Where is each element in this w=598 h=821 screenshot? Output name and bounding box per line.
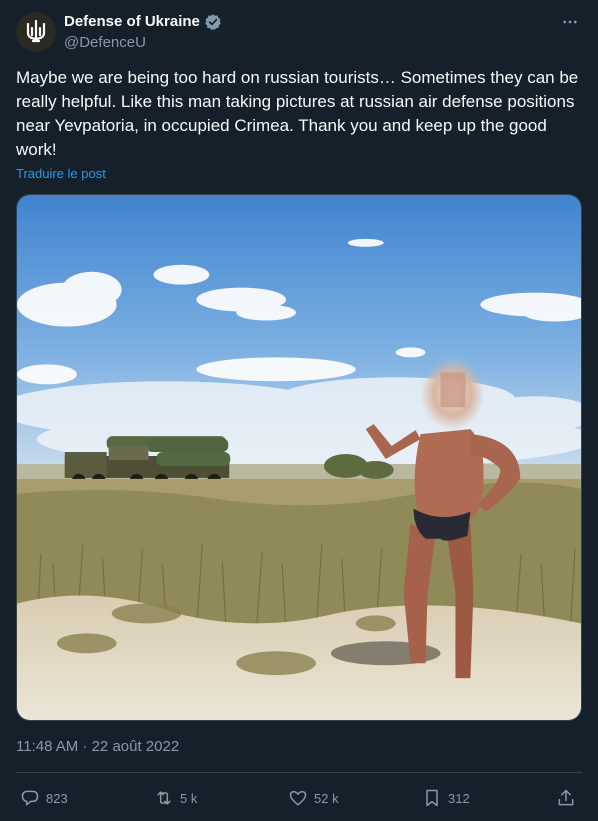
bookmark-icon xyxy=(426,789,438,807)
bookmark-count: 312 xyxy=(448,790,470,806)
reply-button[interactable]: 823 xyxy=(20,784,68,812)
reply-icon xyxy=(21,790,39,806)
avatar[interactable] xyxy=(16,12,56,52)
post-image[interactable] xyxy=(16,194,582,721)
bookmark-button[interactable]: 312 xyxy=(422,784,470,812)
share-icon xyxy=(558,789,574,806)
translate-link[interactable]: Traduire le post xyxy=(16,166,106,181)
author-block: Defense of Ukraine @DefenceU xyxy=(64,12,222,53)
like-button[interactable]: 52 k xyxy=(288,784,339,812)
repost-button[interactable]: 5 k xyxy=(154,784,197,812)
like-count: 52 k xyxy=(314,790,339,806)
divider xyxy=(16,772,582,773)
action-bar: 823 5 k 52 k 312 xyxy=(16,784,582,812)
more-options-icon[interactable] xyxy=(558,12,582,32)
heart-icon xyxy=(289,791,307,806)
post-timestamp[interactable]: 11:48 AM · 22 août 2022 xyxy=(16,737,179,757)
author-name[interactable]: Defense of Ukraine xyxy=(64,12,200,32)
trident-icon xyxy=(26,19,46,43)
post: Defense of Ukraine @DefenceU Maybe we ar… xyxy=(0,0,598,821)
reply-count: 823 xyxy=(46,790,68,806)
verified-badge-icon xyxy=(204,13,222,31)
repost-icon xyxy=(157,791,171,805)
author-handle[interactable]: @DefenceU xyxy=(64,33,222,53)
post-text: Maybe we are being too hard on russian t… xyxy=(16,68,579,159)
repost-count: 5 k xyxy=(180,790,198,806)
share-button[interactable] xyxy=(556,784,576,812)
